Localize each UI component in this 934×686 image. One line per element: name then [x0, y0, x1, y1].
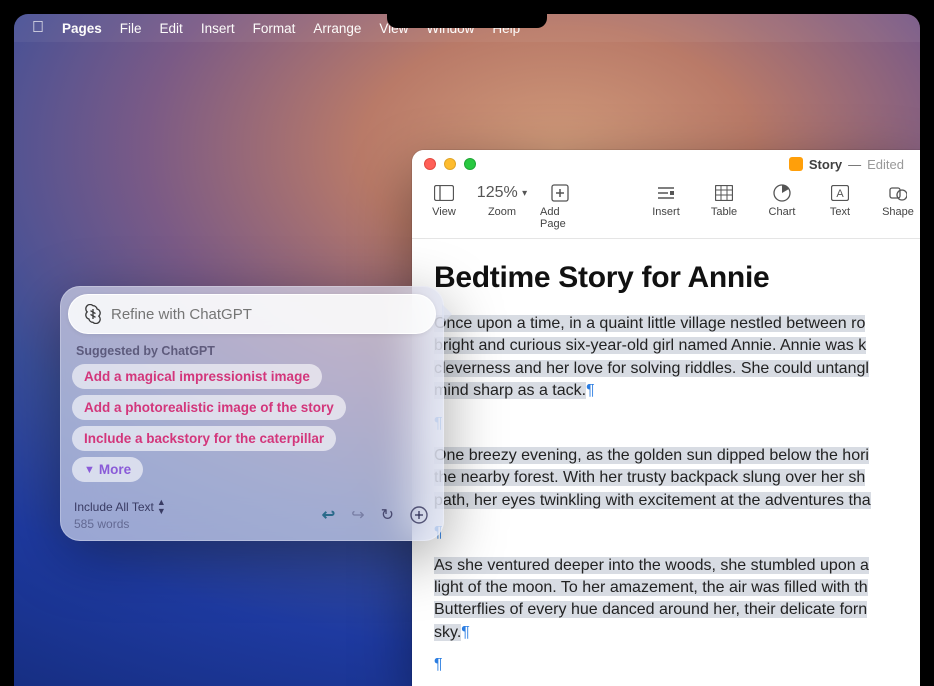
menu-arrange[interactable]: Arrange	[313, 21, 361, 36]
refine-input[interactable]	[111, 306, 421, 323]
chatgpt-icon	[83, 304, 103, 324]
close-button[interactable]	[424, 158, 436, 170]
table-button[interactable]: Table	[704, 182, 744, 218]
document-body[interactable]: Bedtime Story for Annie Once upon a time…	[412, 239, 920, 686]
traffic-lights	[424, 158, 476, 170]
table-icon	[715, 182, 733, 204]
desktop:  Pages File Edit Insert Format Arrange …	[14, 14, 920, 686]
menu-format[interactable]: Format	[253, 21, 296, 36]
text-label: Text	[830, 206, 850, 218]
add-page-button[interactable]: Add Page	[540, 182, 580, 230]
pages-window: Story — Edited View 125% ▾ Zoom	[412, 150, 920, 686]
document-title[interactable]: Story	[809, 157, 842, 172]
add-button[interactable]	[410, 506, 428, 524]
zoom-label: Zoom	[488, 206, 516, 218]
add-page-label: Add Page	[540, 206, 580, 230]
more-label: More	[99, 462, 131, 477]
app-name[interactable]: Pages	[62, 21, 102, 36]
include-label: Include All Text	[74, 500, 154, 514]
word-count: 585 words	[74, 517, 166, 531]
insert-label: Insert	[652, 206, 680, 218]
suggestion-chip-2[interactable]: Add a photorealistic image of the story	[72, 395, 346, 420]
panel-footer: Include All Text ▲▼ 585 words ↩ ↪ ↻	[68, 494, 436, 535]
pilcrow-icon: ¶	[586, 382, 595, 399]
refine-input-wrapper[interactable]	[68, 294, 436, 334]
document-status: Edited	[867, 157, 904, 172]
include-scope-select[interactable]: Include All Text ▲▼	[74, 498, 166, 516]
chart-icon	[773, 182, 791, 204]
chart-button[interactable]: Chart	[762, 182, 802, 218]
suggested-label: Suggested by ChatGPT	[76, 344, 428, 358]
toolbar: View 125% ▾ Zoom Add Page	[412, 178, 920, 239]
sidebar-icon	[434, 182, 454, 204]
zoom-value: 125% ▾	[477, 182, 527, 204]
more-chip[interactable]: ▼ More	[72, 457, 143, 482]
suggestions-list: Add a magical impressionist image Add a …	[68, 364, 436, 482]
zoom-control[interactable]: 125% ▾ Zoom	[482, 182, 522, 218]
menu-edit[interactable]: Edit	[160, 21, 183, 36]
device-bezel:  Pages File Edit Insert Format Arrange …	[0, 0, 934, 686]
empty-line: ¶	[434, 413, 900, 435]
page-title: Bedtime Story for Annie	[434, 257, 900, 299]
empty-line: ¶	[434, 522, 900, 544]
paragraph-2: One breezy evening, as the golden sun di…	[434, 445, 900, 512]
shape-label: Shape	[882, 206, 914, 218]
apple-menu[interactable]: 	[32, 19, 44, 37]
view-button[interactable]: View	[424, 182, 464, 218]
suggestion-chip-1[interactable]: Add a magical impressionist image	[72, 364, 322, 389]
menu-file[interactable]: File	[120, 21, 142, 36]
text-icon: A	[831, 182, 849, 204]
chart-label: Chart	[769, 206, 796, 218]
svg-text:A: A	[836, 188, 844, 200]
paragraph-1: Once upon a time, in a quaint little vil…	[434, 313, 900, 403]
view-label: View	[432, 206, 456, 218]
empty-line: ¶	[434, 654, 900, 676]
notch	[387, 0, 547, 28]
shape-button[interactable]: Shape	[878, 182, 918, 218]
shape-icon	[889, 182, 907, 204]
insert-button[interactable]: Insert	[646, 182, 686, 218]
suggestion-chip-3[interactable]: Include a backstory for the caterpillar	[72, 426, 336, 451]
refresh-button[interactable]: ↻	[381, 505, 394, 525]
writing-tools-panel: Suggested by ChatGPT Add a magical impre…	[60, 286, 444, 541]
plus-icon	[551, 182, 569, 204]
minimize-button[interactable]	[444, 158, 456, 170]
redo-button[interactable]: ↪	[351, 505, 364, 525]
fullscreen-button[interactable]	[464, 158, 476, 170]
menu-insert[interactable]: Insert	[201, 21, 235, 36]
chevron-down-icon: ▼	[84, 464, 95, 476]
titlebar: Story — Edited	[412, 150, 920, 178]
document-icon	[789, 157, 803, 171]
undo-button[interactable]: ↩	[322, 505, 335, 525]
insert-icon	[657, 182, 675, 204]
table-label: Table	[711, 206, 737, 218]
updown-icon: ▲▼	[157, 498, 166, 516]
paragraph-3: As she ventured deeper into the woods, s…	[434, 555, 900, 645]
text-button[interactable]: A Text	[820, 182, 860, 218]
